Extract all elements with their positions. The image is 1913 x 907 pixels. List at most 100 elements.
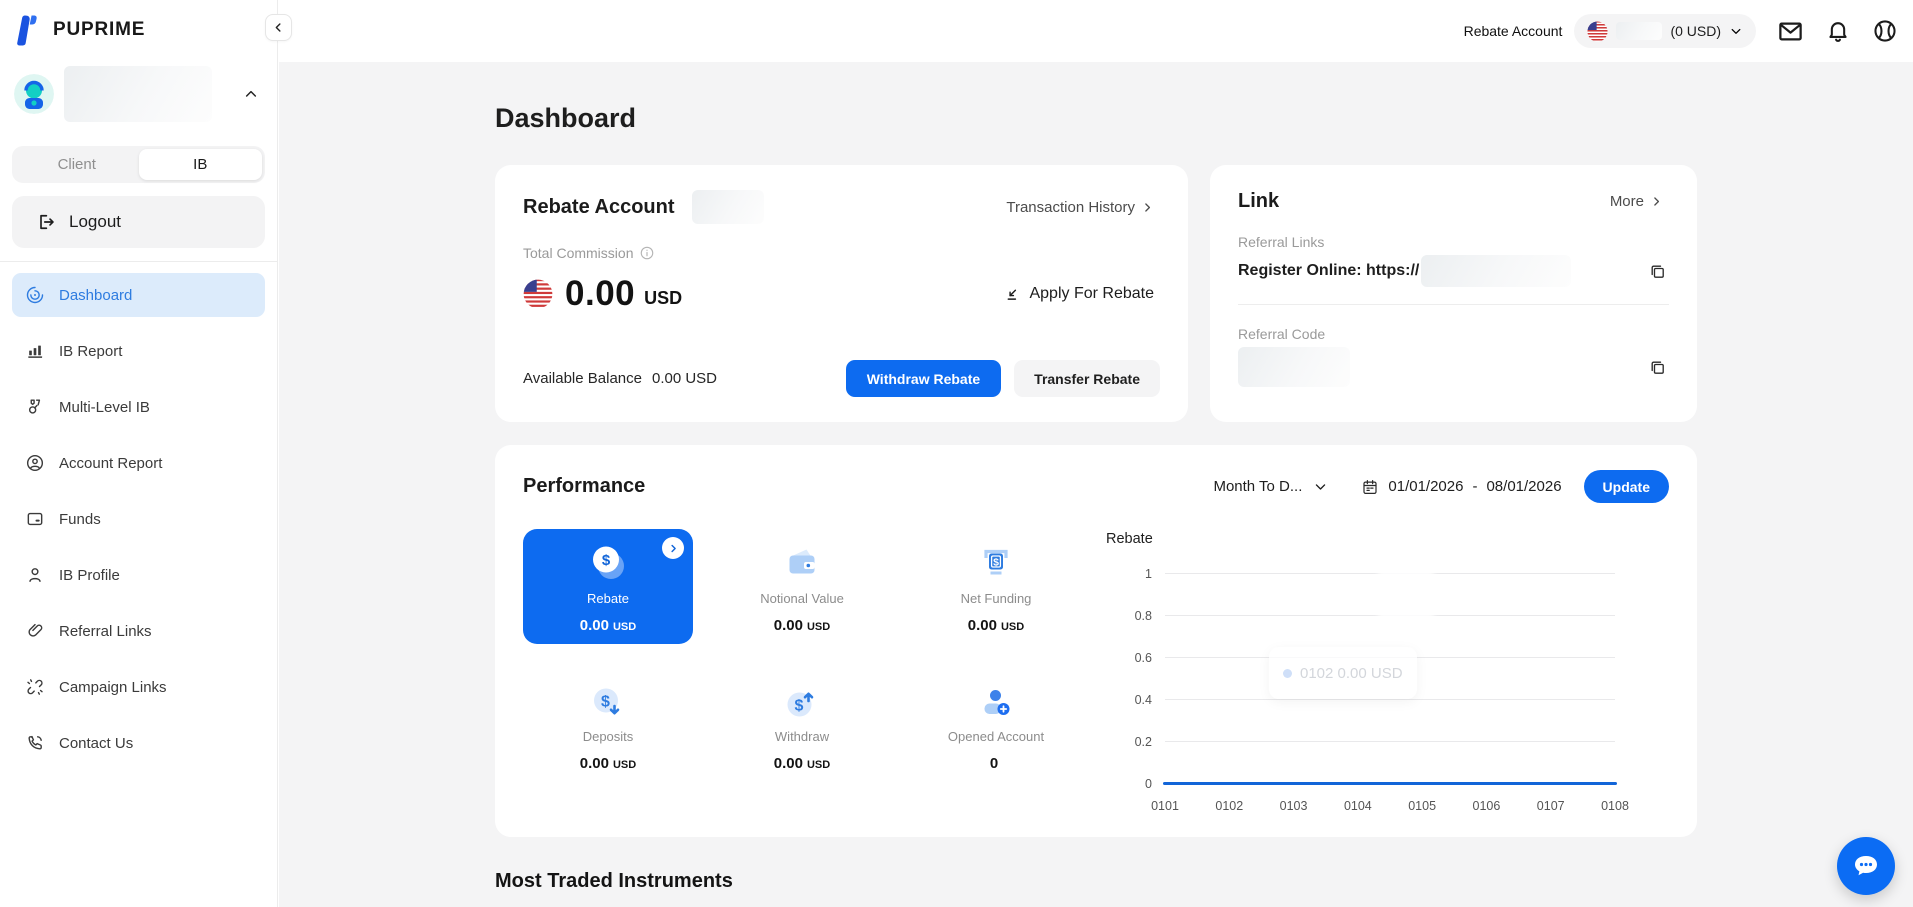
us-flag-icon [1587, 21, 1608, 42]
chart-title: Rebate [1106, 531, 1153, 547]
referral-link-redacted [1421, 255, 1571, 287]
date-range-select[interactable]: Month To D... [1207, 477, 1334, 496]
phone-icon [25, 733, 45, 753]
brand-logo[interactable]: PUPRIME [12, 0, 265, 46]
brand-logo-icon [14, 14, 44, 46]
menu-label: IB Profile [59, 567, 120, 584]
sidebar-item-contact-us[interactable]: Contact Us [12, 721, 265, 765]
menu-label: Referral Links [59, 623, 152, 640]
menu-label: IB Report [59, 343, 122, 360]
transfer-rebate-button[interactable]: Transfer Rebate [1014, 360, 1160, 397]
tile-label: Deposits [583, 729, 634, 744]
date-separator: - [1472, 478, 1477, 495]
sidebar-item-funds[interactable]: Funds [12, 497, 265, 541]
rebate-chart: Rebate 00.20.40.60.810101010201030104010… [1105, 529, 1669, 825]
copy-referral-link-button[interactable] [1646, 260, 1669, 283]
commission-currency: USD [644, 288, 682, 309]
apply-for-rebate-button[interactable]: Apply For Rebate [997, 284, 1160, 304]
date-from: 01/01/2026 [1388, 478, 1463, 495]
sidebar-item-dashboard[interactable]: Dashboard [12, 273, 265, 317]
chevron-left-icon [272, 21, 285, 34]
copy-referral-code-button[interactable] [1646, 356, 1669, 379]
sidebar-item-ib-profile[interactable]: IB Profile [12, 553, 265, 597]
bar-chart-icon [25, 341, 45, 361]
sidebar: PUPRIME Client IB [0, 0, 278, 907]
toggle-client[interactable]: Client [15, 149, 139, 180]
svg-text:$: $ [602, 552, 611, 569]
profile-section[interactable] [12, 66, 265, 122]
tile-value: 0.00USD [968, 617, 1024, 634]
tile-value: 0 [990, 755, 1002, 772]
sidebar-item-campaign-links[interactable]: Campaign Links [12, 665, 265, 709]
svg-text:$: $ [993, 557, 999, 569]
withdraw-rebate-button[interactable]: Withdraw Rebate [846, 360, 1001, 397]
person-icon [25, 565, 45, 585]
chevron-down-icon [1313, 479, 1328, 494]
person-circle-icon [25, 453, 45, 473]
tile-value: 0.00USD [580, 755, 636, 772]
atm-deposit-icon: $ [976, 540, 1016, 586]
medal-icon [25, 397, 45, 417]
sidebar-item-account-report[interactable]: Account Report [12, 441, 265, 485]
toggle-ib[interactable]: IB [139, 149, 263, 180]
link-card-title: Link [1238, 190, 1279, 213]
chevron-right-icon [1650, 195, 1663, 208]
referral-code-redacted [1238, 347, 1350, 387]
tile-label: Withdraw [775, 729, 829, 744]
tile-net-funding[interactable]: $ Net Funding 0.00USD [911, 529, 1081, 644]
available-balance-label: Available Balance [523, 370, 642, 387]
tile-notional-value[interactable]: Notional Value 0.00USD [717, 529, 887, 644]
rebate-card-title: Rebate Account [523, 196, 675, 219]
sidebar-item-ib-report[interactable]: IB Report [12, 329, 265, 373]
broken-link-icon [25, 677, 45, 697]
chevron-right-circle-icon[interactable] [662, 537, 684, 559]
tooltip-text: 0102 0.00 USD [1300, 665, 1403, 682]
calendar-icon [1361, 478, 1379, 496]
app-root: PUPRIME Client IB [0, 0, 1913, 907]
us-flag-icon [523, 279, 553, 309]
dollar-down-icon: $ [588, 683, 628, 724]
mail-button[interactable] [1777, 18, 1804, 45]
profile-collapse-button[interactable] [239, 82, 263, 106]
link-card: Link More Referral Links Register Online… [1210, 165, 1697, 422]
topbar-account-type-label: Rebate Account [1464, 23, 1563, 39]
tile-deposits[interactable]: $ Deposits 0.00USD [523, 672, 693, 772]
notifications-button[interactable] [1825, 18, 1851, 44]
date-range-picker[interactable]: 01/01/2026 - 08/01/2026 [1361, 478, 1561, 496]
tile-label: Net Funding [961, 591, 1032, 606]
tile-opened-account[interactable]: Opened Account 0 [911, 672, 1081, 772]
menu-label: Campaign Links [59, 679, 167, 696]
copy-icon [1648, 358, 1667, 377]
wallet-icon [782, 540, 822, 586]
sidebar-item-multi-level-ib[interactable]: Multi-Level IB [12, 385, 265, 429]
transaction-history-link[interactable]: Transaction History [1000, 198, 1160, 217]
language-button[interactable] [1872, 18, 1898, 44]
page-title: Dashboard [495, 103, 1697, 134]
rebate-account-card: Rebate Account Transaction History Total… [495, 165, 1188, 422]
avatar [14, 74, 54, 114]
available-balance-value: 0.00 USD [652, 370, 717, 387]
update-button[interactable]: Update [1584, 470, 1669, 503]
logout-button[interactable]: Logout [12, 196, 265, 248]
most-traded-title: Most Traded Instruments [495, 870, 1697, 893]
chart-blur-patch [1378, 543, 1434, 635]
tile-withdraw[interactable]: $ Withdraw 0.00USD [717, 672, 887, 772]
more-label: More [1610, 193, 1644, 210]
info-icon[interactable] [639, 245, 655, 261]
tile-rebate[interactable]: $ Rebate 0.00USD [523, 529, 693, 644]
chart-tooltip: 0102 0.00 USD [1269, 647, 1417, 699]
link-more-button[interactable]: More [1604, 192, 1669, 211]
profile-name-redacted [64, 66, 212, 122]
performance-card: Performance Month To D... 01/01/2026 - [495, 445, 1697, 837]
sidebar-collapse-button[interactable] [265, 14, 292, 41]
account-type-toggle: Client IB [12, 146, 265, 183]
globe-icon [1872, 18, 1898, 44]
dashboard-icon [25, 285, 45, 305]
mail-icon [1777, 18, 1804, 45]
sidebar-item-referral-links[interactable]: Referral Links [12, 609, 265, 653]
main-content: Dashboard Rebate Account Transaction His… [279, 62, 1913, 907]
chat-fab-button[interactable] [1837, 837, 1895, 895]
tooltip-series-dot [1283, 669, 1292, 678]
account-balance: (0 USD) [1670, 23, 1721, 39]
account-selector[interactable]: (0 USD) [1574, 14, 1756, 48]
